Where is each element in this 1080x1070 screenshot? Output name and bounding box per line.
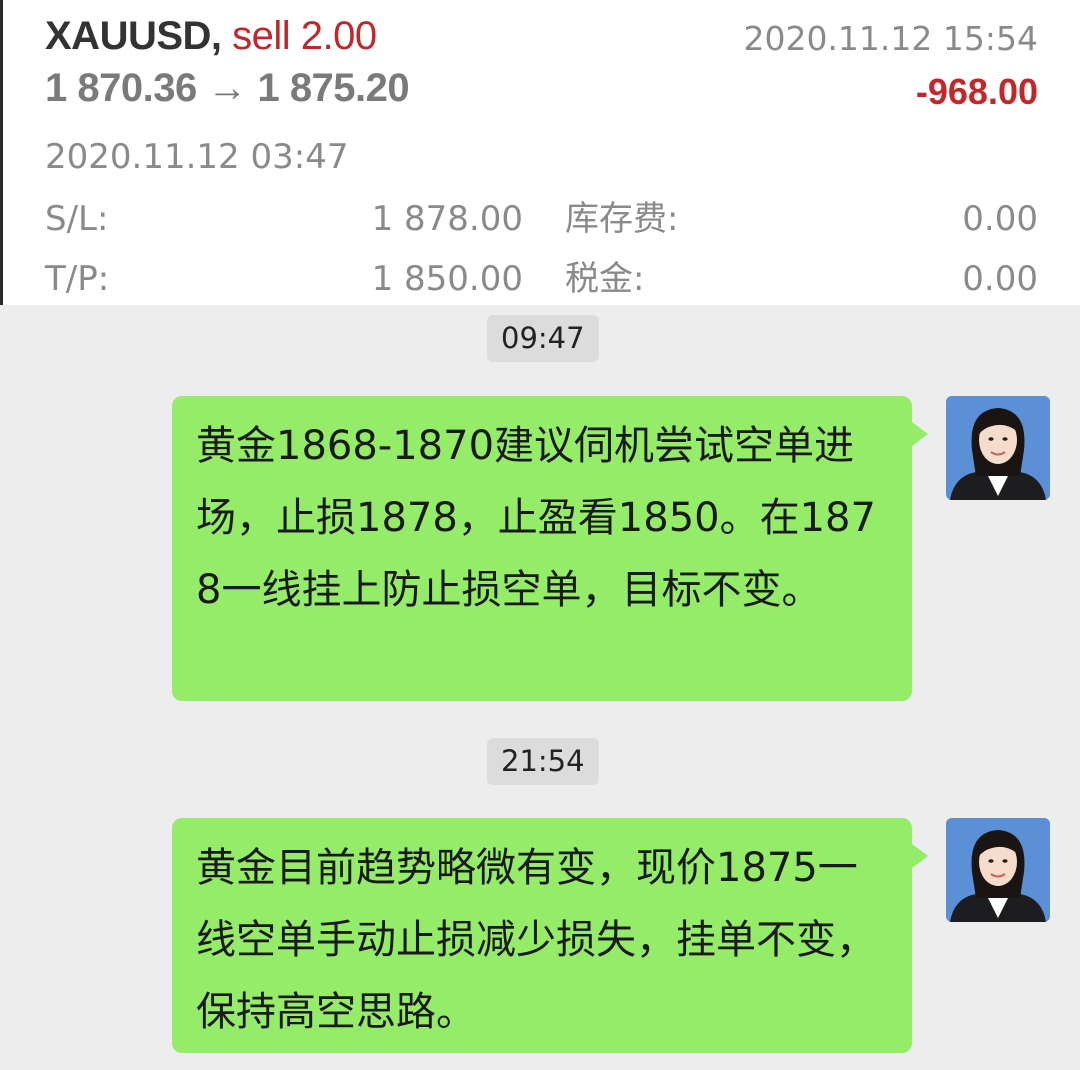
trade-card[interactable]: XAUUSD, sell 2.00 1 870.36 → 1 875.20 20…: [0, 0, 1080, 305]
tp-label: T/P:: [45, 259, 110, 299]
avatar-icon: [946, 396, 1050, 500]
trade-title: XAUUSD, sell 2.00: [45, 16, 377, 56]
swap-value: 0.00: [962, 199, 1038, 239]
price-line: 1 870.36 → 1 875.20: [45, 66, 410, 110]
sender-avatar[interactable]: [946, 818, 1050, 922]
arrow-right-icon: →: [207, 66, 247, 110]
sl-label: S/L:: [45, 199, 109, 239]
sl-value: 1 878.00: [371, 199, 523, 239]
symbol-label: XAUUSD,: [45, 14, 222, 58]
open-price: 1 870.36: [45, 66, 197, 110]
profit-value: -968.00: [915, 71, 1038, 112]
message-timestamp: 09:47: [487, 315, 599, 362]
tax-label: 税金:: [565, 259, 645, 299]
tp-value: 1 850.00: [371, 259, 523, 299]
swap-label: 库存费:: [565, 199, 679, 239]
message-bubble[interactable]: 黄金目前趋势略微有变，现价1875一线空单手动止损减少损失，挂单不变，保持高空思…: [172, 818, 928, 1053]
close-time: 2020.11.12 15:54: [743, 19, 1038, 58]
avatar-icon: [946, 818, 1050, 922]
tax-value: 0.00: [962, 259, 1038, 299]
chat-area[interactable]: 09:47 黄金1868-1870建议伺机尝试空单进场，止损1878，止盈看18…: [0, 305, 1080, 1070]
sender-avatar[interactable]: [946, 396, 1050, 500]
trade-side-label: sell 2.00: [232, 14, 377, 58]
message-bubble[interactable]: 黄金1868-1870建议伺机尝试空单进场，止损1878，止盈看1850。在18…: [172, 396, 928, 701]
current-price: 1 875.20: [257, 66, 410, 110]
message-timestamp: 21:54: [487, 738, 599, 785]
open-time: 2020.11.12 03:47: [45, 137, 349, 177]
